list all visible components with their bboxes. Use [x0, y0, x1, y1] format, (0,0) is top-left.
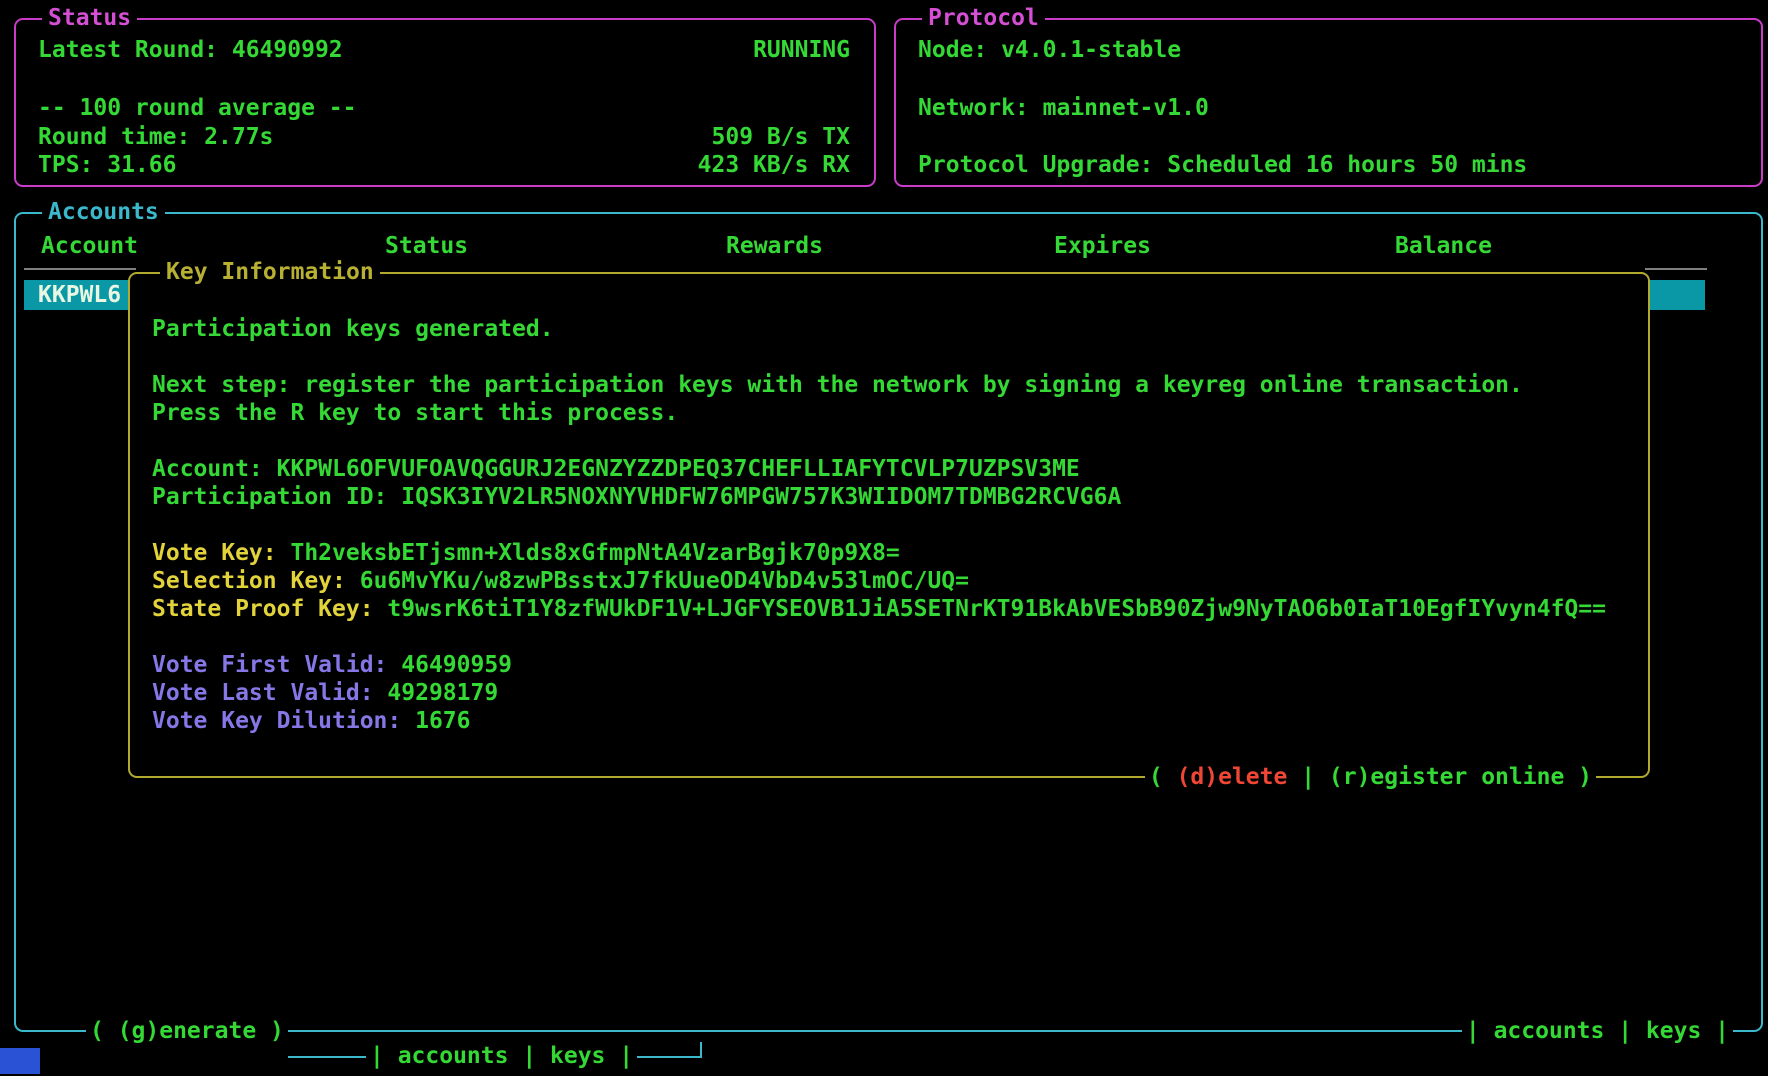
vote-first-valid-label: Vote First Valid:	[152, 652, 401, 678]
footer-divider: |	[1287, 764, 1329, 790]
selection-key-value: 6u6MvYKu/w8zwPBsstxJ7fkUueOD4VbD4v53lmOC…	[360, 568, 969, 594]
footer-close-paren: )	[1564, 764, 1592, 790]
protocol-panel: Protocol Node: v4.0.1-stable Network: ma…	[894, 18, 1763, 187]
modal-footer-hints: ( (d)elete | (r)egister online )	[1145, 763, 1596, 791]
network-name: Network: mainnet-v1.0	[918, 94, 1209, 122]
vote-key-line: Vote Key: Th2veksbETjsmn+Xlds8xGfmpNtA4V…	[152, 539, 900, 567]
selected-account-cell[interactable]: KKPWL6	[24, 280, 142, 310]
tx-rate: 509 B/s TX	[712, 123, 850, 151]
delete-button[interactable]: (d)elete	[1177, 764, 1288, 790]
window-accounts-keys-tabs[interactable]: | accounts | keys |	[366, 1042, 637, 1070]
account-line: Account: KKPWL6OFVUFOAVQGGURJ2EGNZYZZDPE…	[152, 455, 1080, 483]
column-header-account[interactable]: Account	[41, 232, 138, 260]
vote-last-valid-line: Vote Last Valid: 49298179	[152, 679, 498, 707]
terminal-screen: Status Latest Round: 46490992 RUNNING --…	[0, 0, 1768, 1076]
column-header-status[interactable]: Status	[385, 232, 468, 260]
vote-first-valid-line: Vote First Valid: 46490959	[152, 651, 512, 679]
participation-id-line: Participation ID: IQSK3IYV2LR5NOXNYVHDFW…	[152, 483, 1121, 511]
selected-balance-cell[interactable]	[1645, 280, 1705, 310]
header-separator-left	[24, 268, 136, 270]
accounts-keys-tabs[interactable]: | accounts | keys |	[1462, 1017, 1733, 1045]
key-information-modal: Key Information Participation keys gener…	[128, 272, 1650, 778]
vote-last-valid-value: 49298179	[387, 680, 498, 706]
round-average-header: -- 100 round average --	[38, 94, 357, 122]
round-time: Round time: 2.77s	[38, 123, 273, 151]
vote-key-dilution-label: Vote Key Dilution:	[152, 708, 415, 734]
latest-round: Latest Round: 46490992	[38, 36, 343, 64]
generate-button[interactable]: ( (g)enerate )	[86, 1017, 288, 1045]
header-separator-right	[1645, 268, 1707, 270]
state-proof-key-value: t9wsrK6tiT1Y8zfWUkDF1V+LJGFYSEOVB1JiA5SE…	[387, 596, 1606, 622]
node-version: Node: v4.0.1-stable	[918, 36, 1181, 64]
footer-open-paren: (	[1149, 764, 1177, 790]
state-proof-key-line: State Proof Key: t9wsrK6tiT1Y8zfWUkDF1V+…	[152, 595, 1606, 623]
next-step-message: Next step: register the participation ke…	[152, 371, 1523, 399]
status-panel: Status Latest Round: 46490992 RUNNING --…	[14, 18, 876, 187]
bottom-left-blue-block	[0, 1048, 40, 1074]
tps: TPS: 31.66	[38, 151, 176, 179]
key-information-title: Key Information	[160, 259, 380, 285]
state-proof-key-label: State Proof Key:	[152, 596, 387, 622]
status-panel-title: Status	[42, 5, 137, 31]
selection-key-label: Selection Key:	[152, 568, 360, 594]
rx-rate: 423 KB/s RX	[698, 151, 850, 179]
column-header-balance[interactable]: Balance	[1395, 232, 1492, 260]
vote-key-dilution-line: Vote Key Dilution: 1676	[152, 707, 471, 735]
column-header-expires[interactable]: Expires	[1054, 232, 1151, 260]
node-state-badge: RUNNING	[753, 36, 850, 64]
protocol-upgrade: Protocol Upgrade: Scheduled 16 hours 50 …	[918, 151, 1527, 179]
vote-key-dilution-value: 1676	[415, 708, 470, 734]
vote-last-valid-label: Vote Last Valid:	[152, 680, 387, 706]
press-r-message: Press the R key to start this process.	[152, 399, 678, 427]
keys-generated-message: Participation keys generated.	[152, 315, 554, 343]
register-online-button[interactable]: (r)egister online	[1329, 764, 1564, 790]
vote-key-value: Th2veksbETjsmn+Xlds8xGfmpNtA4VzarBgjk70p…	[290, 540, 899, 566]
selection-key-line: Selection Key: 6u6MvYKu/w8zwPBsstxJ7fkUu…	[152, 567, 969, 595]
accounts-panel-title: Accounts	[42, 199, 165, 225]
vote-first-valid-value: 46490959	[401, 652, 512, 678]
protocol-panel-title: Protocol	[922, 5, 1045, 31]
window-border-corner	[700, 1042, 702, 1058]
vote-key-label: Vote Key:	[152, 540, 290, 566]
column-header-rewards[interactable]: Rewards	[726, 232, 823, 260]
